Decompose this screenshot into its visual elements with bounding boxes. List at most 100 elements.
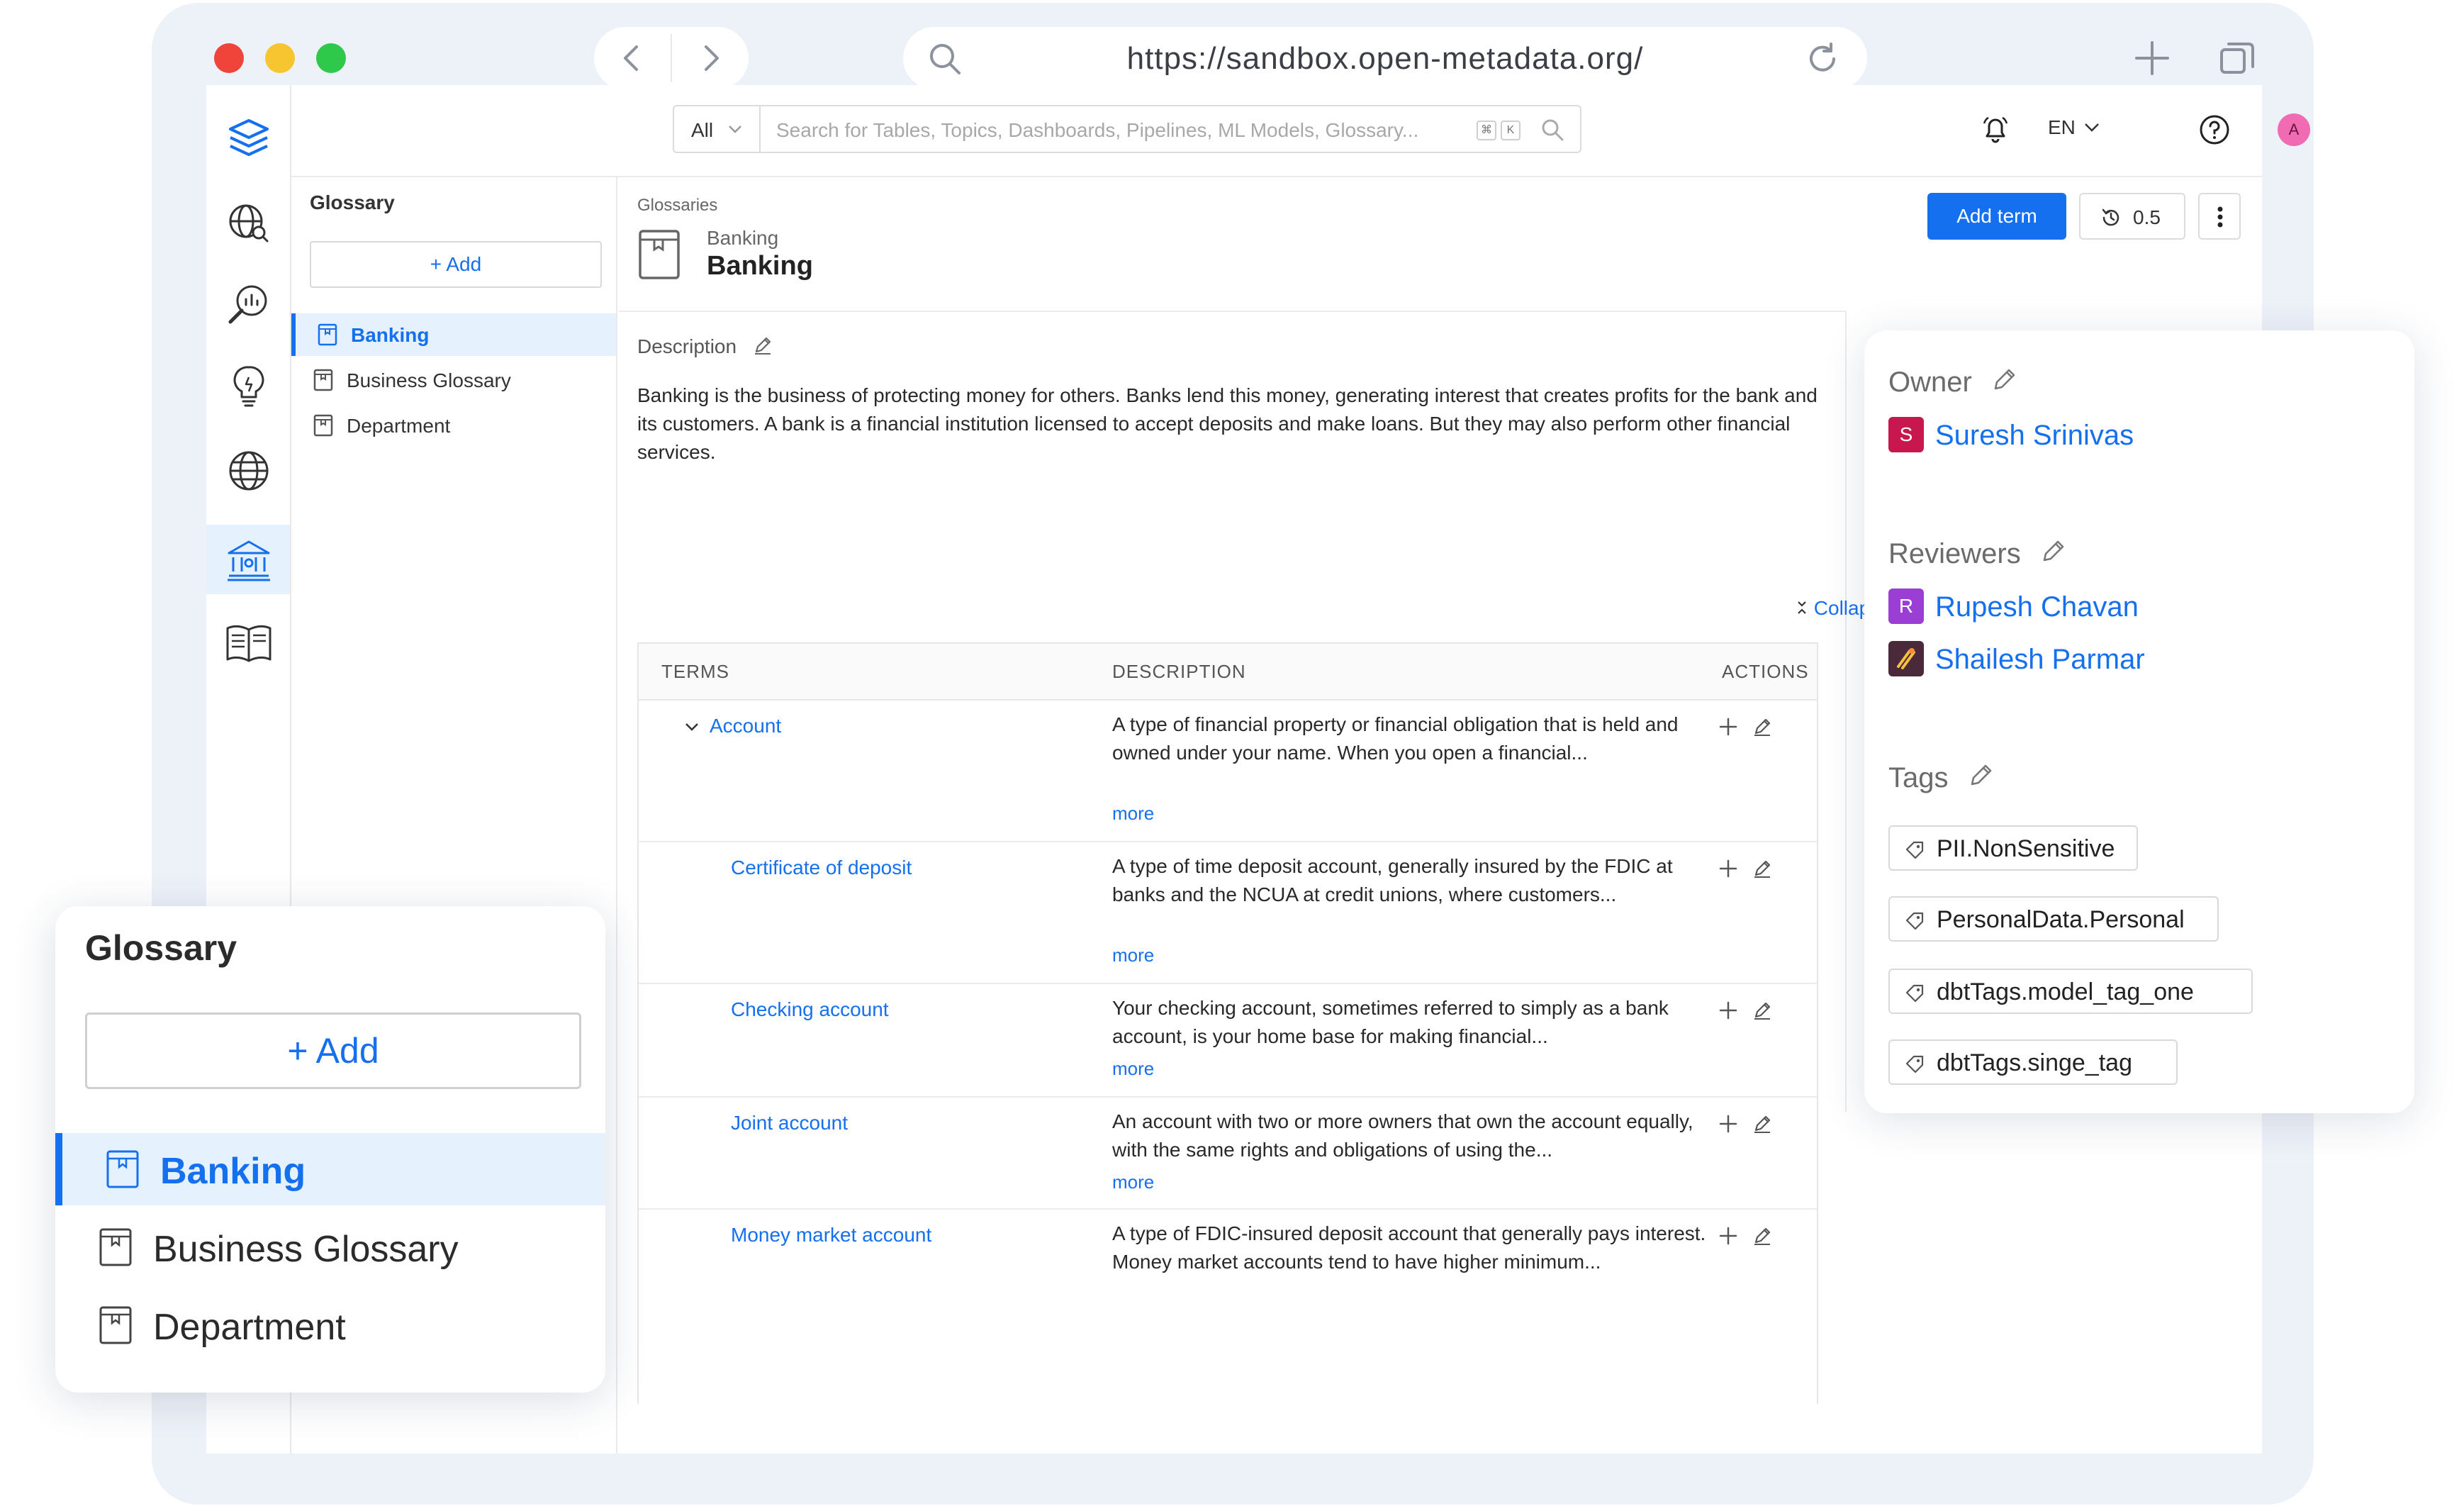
domains-globe-icon[interactable]: [222, 444, 276, 498]
table-header: TERMS DESCRIPTION ACTIONS: [639, 644, 1817, 701]
term-actions: [1718, 1113, 1773, 1138]
more-link[interactable]: more: [1112, 1058, 1154, 1080]
user-avatar[interactable]: A: [2278, 113, 2310, 146]
reviewers-label-text: Reviewers: [1888, 538, 2021, 569]
search-icon[interactable]: [1540, 118, 1564, 142]
breadcrumb[interactable]: Glossaries: [637, 196, 717, 216]
glossary-item-label: Department: [347, 415, 451, 437]
openmetadata-logo-icon[interactable]: [222, 112, 276, 166]
tag-label: dbtTags.model_tag_one: [1937, 978, 2194, 1005]
tag-icon: [1905, 841, 1924, 859]
reviewer-avatar: R: [1888, 589, 1924, 624]
owner-label-text: Owner: [1888, 367, 1972, 398]
forward-arrow-icon[interactable]: [696, 44, 724, 72]
language-selector[interactable]: EN: [2048, 116, 2099, 139]
more-link[interactable]: more: [1112, 944, 1154, 966]
add-term-button[interactable]: Add term: [1927, 193, 2066, 240]
glossary-item-department[interactable]: Department: [55, 1289, 605, 1361]
glossary-bank-icon[interactable]: [222, 533, 276, 587]
knowledge-book-icon[interactable]: [222, 615, 276, 669]
glossary-item-banking[interactable]: Banking: [291, 313, 616, 356]
more-options-button[interactable]: [2198, 193, 2241, 240]
help-icon[interactable]: [2198, 113, 2231, 146]
edit-pencil-icon[interactable]: [1752, 1113, 1773, 1134]
term-description: A type of financial property or financia…: [1112, 713, 1679, 764]
edit-pencil-icon[interactable]: [1752, 716, 1773, 737]
glossary-item-label: Business Glossary: [153, 1229, 459, 1270]
search-scope-select[interactable]: All: [673, 105, 761, 153]
minimize-window-button[interactable]: [265, 43, 295, 73]
tag-chip[interactable]: dbtTags.model_tag_one: [1888, 969, 2253, 1014]
glossary-card-title: Glossary: [85, 928, 237, 968]
edit-pencil-icon[interactable]: [1752, 1225, 1773, 1246]
table-row: Money market account A type of FDIC-insu…: [639, 1210, 1817, 1323]
reviewers-label: Reviewers: [1888, 535, 2064, 570]
reviewer-name-link[interactable]: Rupesh Chavan: [1935, 591, 2139, 623]
glossary-item-banking[interactable]: Banking: [55, 1133, 605, 1205]
add-child-term-icon[interactable]: [1718, 1225, 1739, 1246]
term-name-link[interactable]: Checking account: [731, 998, 889, 1021]
edit-owner-icon[interactable]: [1990, 366, 2018, 394]
glossary-book-icon: [318, 323, 337, 346]
edit-pencil-icon[interactable]: [1752, 1000, 1773, 1021]
add-glossary-button[interactable]: + Add: [310, 241, 602, 288]
insights-search-icon[interactable]: [222, 278, 276, 332]
glossary-book-icon: [639, 230, 680, 279]
glossary-item-business-glossary[interactable]: Business Glossary: [291, 359, 616, 401]
term-actions: [1718, 716, 1773, 741]
history-nav: [594, 27, 749, 89]
term-name-link[interactable]: Money market account: [731, 1224, 931, 1246]
term-name-link[interactable]: Joint account: [731, 1112, 848, 1134]
term-name-link[interactable]: Certificate of deposit: [731, 857, 912, 879]
explore-globe-icon[interactable]: [222, 196, 276, 250]
tags-label-text: Tags: [1888, 762, 1949, 793]
language-value: EN: [2048, 116, 2076, 138]
column-header-terms: TERMS: [661, 661, 729, 682]
edit-tags-icon[interactable]: [1966, 762, 1995, 790]
tag-chip[interactable]: PersonalData.Personal: [1888, 896, 2219, 942]
address-bar[interactable]: https://sandbox.open-metadata.org/: [903, 27, 1867, 89]
glossary-list-card: Glossary + Add Banking Business Glossary…: [55, 906, 605, 1393]
glossary-item-department[interactable]: Department: [291, 404, 616, 447]
add-child-term-icon[interactable]: [1718, 716, 1739, 737]
version-button[interactable]: 0.5: [2079, 193, 2185, 240]
top-bar: All Search for Tables, Topics, Dashboard…: [291, 85, 2310, 177]
observability-bulb-icon[interactable]: [222, 360, 276, 414]
add-glossary-button[interactable]: + Add: [85, 1013, 581, 1089]
term-description: Your checking account, sometimes referre…: [1112, 997, 1669, 1047]
new-tab-icon[interactable]: [2132, 38, 2172, 78]
more-link[interactable]: more: [1112, 1171, 1154, 1193]
edit-pencil-icon[interactable]: [752, 335, 773, 356]
tag-icon: [1905, 1055, 1924, 1073]
term-description: A type of time deposit account, generall…: [1112, 855, 1673, 905]
kebab-menu-icon: [2217, 206, 2223, 228]
tag-label: dbtTags.singe_tag: [1937, 1049, 2132, 1076]
global-search-input[interactable]: Search for Tables, Topics, Dashboards, P…: [759, 105, 1581, 153]
close-window-button[interactable]: [214, 43, 244, 73]
tag-chip[interactable]: PII.NonSensitive: [1888, 825, 2138, 871]
maximize-window-button[interactable]: [316, 43, 346, 73]
term-name-link[interactable]: Account: [710, 715, 781, 737]
reviewer-name-link[interactable]: Shailesh Parmar: [1935, 644, 2145, 676]
edit-pencil-icon[interactable]: [1752, 858, 1773, 879]
tabs-overview-icon[interactable]: [2217, 38, 2257, 78]
reload-icon[interactable]: [1805, 41, 1840, 77]
glossary-item-label: Business Glossary: [347, 369, 511, 391]
tags-label: Tags: [1888, 759, 1991, 794]
glossary-item-label: Banking: [160, 1151, 306, 1192]
add-child-term-icon[interactable]: [1718, 858, 1739, 879]
more-link[interactable]: more: [1112, 803, 1154, 825]
glossary-item-business-glossary[interactable]: Business Glossary: [55, 1211, 605, 1283]
add-child-term-icon[interactable]: [1718, 1000, 1739, 1021]
add-child-term-icon[interactable]: [1718, 1113, 1739, 1134]
page-subtitle: Banking: [707, 227, 779, 249]
owner-name-link[interactable]: Suresh Srinivas: [1935, 420, 2134, 452]
url-text: https://sandbox.open-metadata.org/: [1126, 41, 1644, 76]
chevron-down-icon[interactable]: [684, 722, 700, 733]
tag-chip[interactable]: dbtTags.singe_tag: [1888, 1039, 2178, 1085]
owner-label: Owner: [1888, 363, 2015, 398]
chevron-down-icon: [729, 126, 741, 133]
back-arrow-icon[interactable]: [618, 44, 646, 72]
edit-reviewers-icon[interactable]: [2039, 537, 2067, 566]
notification-bell-icon[interactable]: [1980, 113, 2011, 145]
